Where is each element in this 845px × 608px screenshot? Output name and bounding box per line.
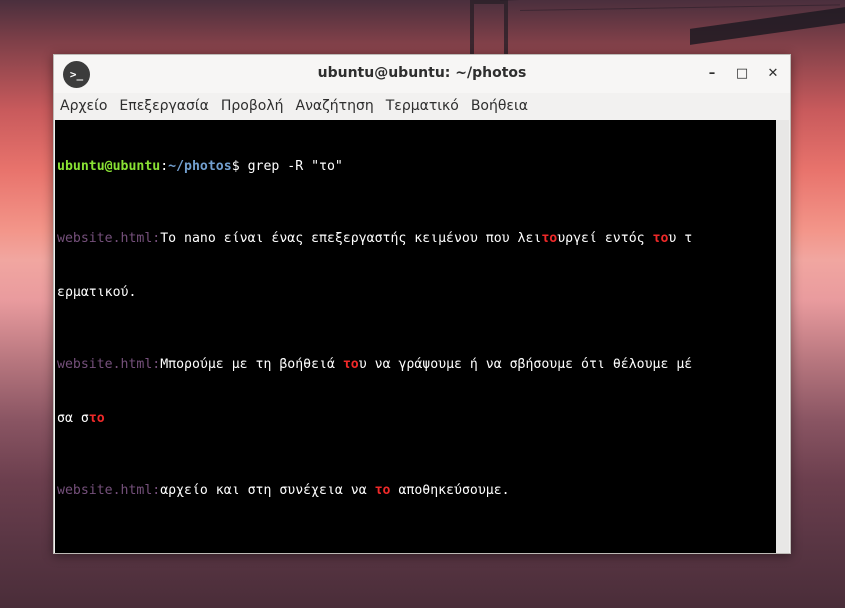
- maximize-button[interactable]: □: [731, 62, 753, 84]
- file-prefix: website.html: [57, 483, 153, 498]
- output-line: website.html:Το nano είναι ένας επεξεργα…: [57, 230, 775, 248]
- prompt-symbol: $: [231, 159, 248, 174]
- prompt-user: ubuntu@ubuntu: [57, 159, 161, 174]
- match-highlight: το: [342, 357, 359, 372]
- output-text: υ να γράψουμε ή να σβήσουμε ότι θέλουμε …: [358, 357, 693, 372]
- menu-help[interactable]: Βοήθεια: [471, 98, 528, 114]
- prompt-separator: :: [160, 159, 169, 174]
- menu-view[interactable]: Προβολή: [221, 98, 284, 114]
- bridge-tower: [470, 0, 508, 62]
- match-highlight: το: [541, 231, 558, 246]
- command-text: grep -R "το": [247, 159, 343, 174]
- output-text: Το nano είναι ένας επεξεργαστής κειμένου…: [160, 231, 542, 246]
- output-text: υργεί εντός: [557, 231, 653, 246]
- menu-search[interactable]: Αναζήτηση: [296, 98, 374, 114]
- match-highlight: το: [374, 483, 391, 498]
- output-text: σα σ: [57, 411, 89, 426]
- bridge-deck: [690, 7, 845, 45]
- output-text: αρχείο και στη συνέχεια να: [160, 483, 375, 498]
- file-prefix: website.html: [57, 231, 153, 246]
- file-prefix: website.html: [57, 357, 153, 372]
- output-line: website.html:Μπορούμε με τη βοήθειά του …: [57, 356, 775, 374]
- close-button[interactable]: ✕: [762, 62, 784, 84]
- menu-edit[interactable]: Επεξεργασία: [119, 98, 208, 114]
- window-title: ubuntu@ubuntu: ~/photos: [317, 65, 527, 81]
- match-highlight: το: [88, 411, 105, 426]
- menu-file[interactable]: Αρχείο: [60, 98, 107, 114]
- menu-bar: Αρχείο Επεξεργασία Προβολή Αναζήτηση Τερ…: [54, 93, 790, 119]
- minimize-button[interactable]: –: [701, 62, 723, 84]
- output-text: Μπορούμε με τη βοήθειά: [160, 357, 343, 372]
- menu-terminal[interactable]: Τερματικό: [386, 98, 459, 114]
- title-bar[interactable]: >_ ubuntu@ubuntu: ~/photos – □ ✕: [54, 55, 790, 93]
- command-line: ubuntu@ubuntu:~/photos$ grep -R "το": [57, 158, 775, 176]
- output-text: ερματικού.: [57, 285, 137, 300]
- output-line-wrap: ερματικού.: [57, 284, 775, 302]
- output-line: website.html:αρχείο και στη συνέχεια να …: [57, 482, 775, 500]
- prompt-path: ~/photos: [168, 159, 232, 174]
- scrollbar[interactable]: [776, 120, 789, 553]
- terminal-output[interactable]: ubuntu@ubuntu:~/photos$ grep -R "το" web…: [55, 120, 777, 553]
- output-line-wrap: σα στο: [57, 410, 775, 428]
- bridge-cable: [520, 4, 840, 11]
- output-text: υ τ: [668, 231, 693, 246]
- output-text: αποθηκεύσουμε.: [390, 483, 510, 498]
- match-highlight: το: [652, 231, 669, 246]
- bridge-cable: [500, 0, 840, 1]
- terminal-window: >_ ubuntu@ubuntu: ~/photos – □ ✕ Αρχείο …: [53, 54, 791, 554]
